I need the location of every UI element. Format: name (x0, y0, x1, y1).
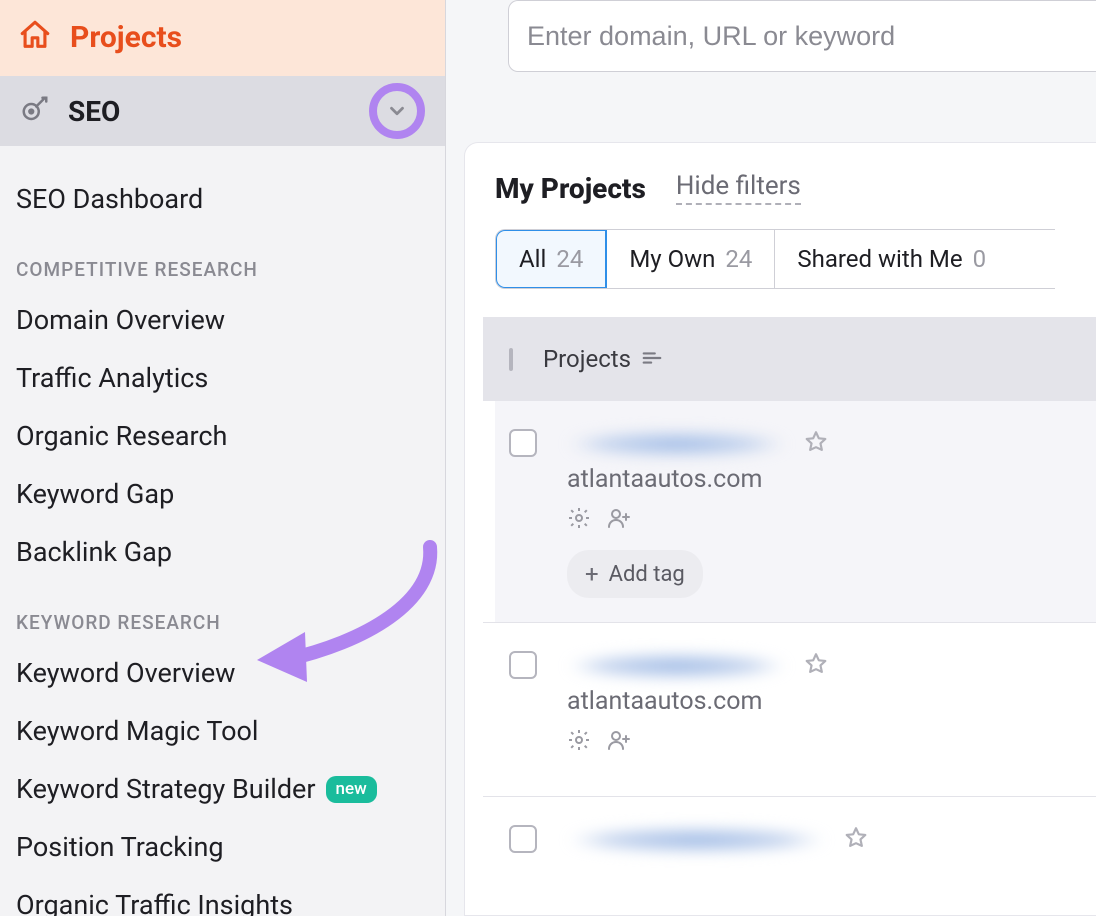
project-row: atlantaautos.com (495, 623, 1096, 796)
nav-seo-dashboard[interactable]: SEO Dashboard (16, 170, 429, 228)
sidebar-header-label: Projects (70, 20, 182, 55)
sidebar-header-projects[interactable]: Projects (0, 0, 445, 76)
sidebar-nav: SEO Dashboard COMPETITIVE RESEARCH Domai… (0, 146, 445, 916)
sidebar: Projects SEO SEO Dashboard COMPETITIVE R… (0, 0, 446, 916)
add-user-icon[interactable] (607, 728, 631, 756)
nav-backlink-gap[interactable]: Backlink Gap (16, 523, 429, 581)
star-icon[interactable] (803, 429, 829, 459)
filter-tab-all-count: 24 (556, 245, 583, 273)
nav-keyword-magic-tool[interactable]: Keyword Magic Tool (16, 702, 429, 760)
filter-tab-myown-count: 24 (725, 245, 752, 273)
filter-tab-shared-label: Shared with Me (797, 245, 962, 273)
row-checkbox[interactable] (509, 825, 537, 853)
new-badge: new (326, 776, 377, 803)
gear-icon[interactable] (567, 506, 591, 534)
hide-filters-link[interactable]: Hide filters (676, 171, 801, 205)
project-row: atlantaautos.com + Add tag (495, 401, 1096, 622)
search-input[interactable] (508, 0, 1096, 72)
add-user-icon[interactable] (607, 506, 631, 534)
nav-keyword-overview[interactable]: Keyword Overview (16, 644, 429, 702)
project-domain: atlantaautos.com (567, 465, 1070, 494)
target-icon (20, 94, 50, 128)
project-title-blurred (567, 653, 787, 679)
add-tag-label: Add tag (609, 562, 685, 587)
filter-tab-all-label: All (519, 245, 546, 273)
sidebar-section-seo[interactable]: SEO (0, 76, 445, 146)
add-tag-button[interactable]: + Add tag (567, 550, 703, 598)
sort-icon[interactable] (641, 345, 663, 373)
filter-tabs: All 24 My Own 24 Shared with Me 0 (495, 229, 1055, 289)
gear-icon[interactable] (567, 728, 591, 756)
filter-tab-myown[interactable]: My Own 24 (607, 230, 775, 288)
plus-icon: + (585, 560, 599, 588)
filter-tab-shared-count: 0 (973, 245, 987, 273)
home-icon (18, 18, 52, 56)
column-header-projects[interactable]: Projects (543, 345, 631, 373)
project-title-blurred (567, 827, 827, 853)
section-heading-keyword: KEYWORD RESEARCH (16, 581, 429, 644)
main-area: My Projects Hide filters All 24 My Own 2… (446, 0, 1096, 916)
nav-organic-traffic-insights[interactable]: Organic Traffic Insights (16, 876, 429, 916)
seo-collapse-toggle[interactable] (369, 83, 425, 139)
projects-panel: My Projects Hide filters All 24 My Own 2… (464, 142, 1096, 916)
section-heading-competitive: COMPETITIVE RESEARCH (16, 228, 429, 291)
star-icon[interactable] (803, 651, 829, 681)
select-all-checkbox[interactable] (509, 348, 513, 371)
nav-domain-overview[interactable]: Domain Overview (16, 291, 429, 349)
filter-tab-shared[interactable]: Shared with Me 0 (775, 230, 1008, 288)
row-checkbox[interactable] (509, 429, 537, 457)
nav-traffic-analytics[interactable]: Traffic Analytics (16, 349, 429, 407)
panel-title: My Projects (495, 172, 646, 205)
filter-tab-all[interactable]: All 24 (495, 229, 607, 289)
row-checkbox[interactable] (509, 651, 537, 679)
project-domain: atlantaautos.com (567, 687, 1070, 716)
filter-tab-myown-label: My Own (629, 245, 715, 273)
nav-keyword-strategy-builder[interactable]: Keyword Strategy Builder new (16, 760, 429, 818)
project-title-blurred (567, 431, 787, 457)
nav-organic-research[interactable]: Organic Research (16, 407, 429, 465)
nav-keyword-gap[interactable]: Keyword Gap (16, 465, 429, 523)
nav-keyword-strategy-builder-label: Keyword Strategy Builder (16, 773, 316, 805)
nav-position-tracking[interactable]: Position Tracking (16, 818, 429, 876)
projects-table-header: Projects (483, 317, 1096, 401)
star-icon[interactable] (843, 825, 869, 855)
chevron-down-icon (386, 100, 408, 122)
project-row (495, 797, 1096, 885)
